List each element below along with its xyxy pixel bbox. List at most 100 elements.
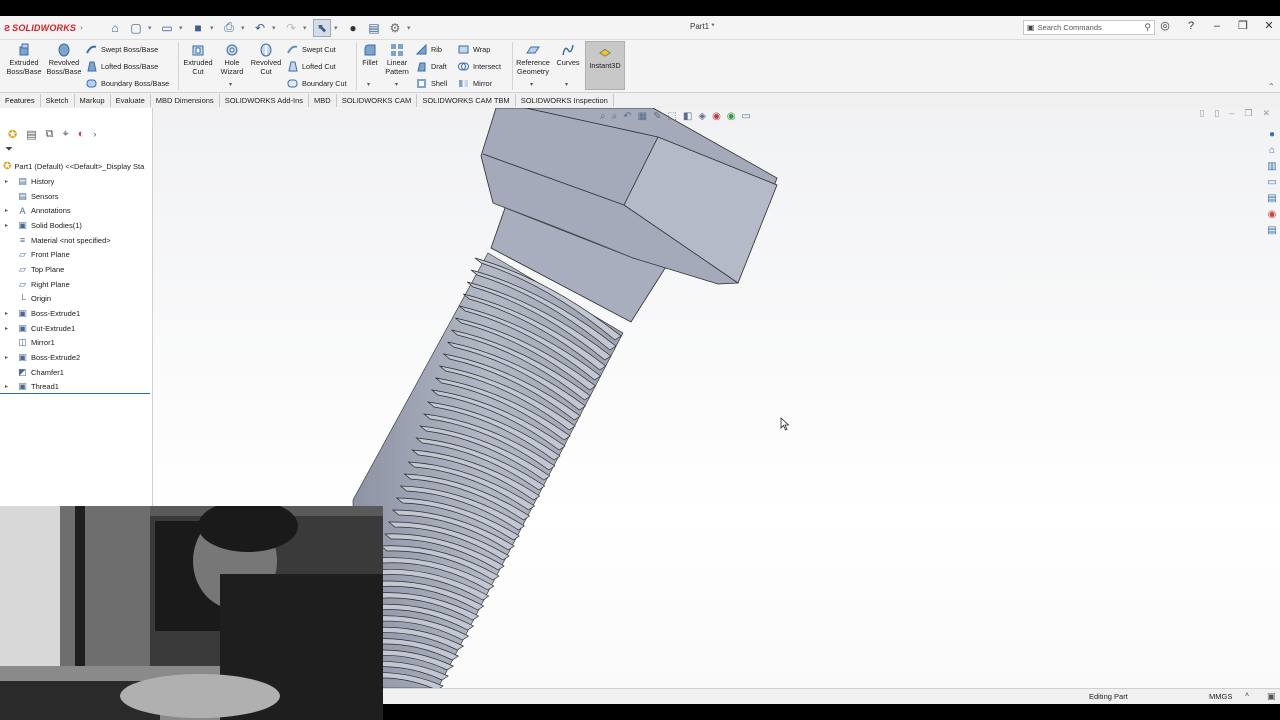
- edit-appearance-icon[interactable]: ◉: [712, 111, 721, 122]
- property-manager-tab-icon[interactable]: ▤: [26, 128, 36, 141]
- boundary-boss-button[interactable]: Boundary Boss/Base: [86, 78, 169, 89]
- tree-item[interactable]: ▱ Front Plane: [0, 247, 153, 262]
- chevron-down-icon[interactable]: ▾: [241, 24, 248, 32]
- print-icon[interactable]: ⎙: [220, 19, 238, 37]
- document-tile-icon[interactable]: ▯: [1214, 108, 1219, 119]
- intersect-button[interactable]: Intersect: [458, 61, 501, 72]
- linear-pattern-button[interactable]: Linear Pattern: [383, 43, 411, 76]
- expand-arrow-icon[interactable]: ▸: [5, 310, 14, 317]
- minimize-icon[interactable]: –: [1229, 108, 1234, 119]
- tree-item[interactable]: ◩ Chamfer1: [0, 365, 153, 380]
- tree-item[interactable]: ▸ ▣ Thread1: [0, 380, 150, 395]
- tree-item[interactable]: ▤ Sensors: [0, 189, 153, 204]
- rebuild-icon[interactable]: ●: [344, 19, 362, 37]
- zoom-to-fit-icon[interactable]: ⌕: [600, 111, 606, 122]
- restore-icon[interactable]: ❐: [1244, 108, 1252, 119]
- extruded-cut-button[interactable]: Extruded Cut: [180, 43, 216, 76]
- expand-arrow-icon[interactable]: ▸: [5, 325, 14, 332]
- chevron-down-icon[interactable]: ▾: [229, 81, 232, 88]
- split-view-icon[interactable]: ▯: [1199, 108, 1204, 119]
- section-view-icon[interactable]: ▦: [638, 111, 647, 122]
- zoom-to-area-icon[interactable]: ⌕: [612, 111, 618, 122]
- display-style-icon[interactable]: ◧: [683, 111, 692, 122]
- user-account-icon[interactable]: ◎: [1158, 19, 1172, 32]
- boundary-cut-button[interactable]: Boundary Cut: [287, 78, 347, 89]
- search-commands-input[interactable]: ▣ Search Commands ⚲: [1023, 20, 1155, 35]
- tab-features[interactable]: Features: [0, 94, 41, 107]
- swept-boss-button[interactable]: Swept Boss/Base: [86, 44, 158, 55]
- customize-status-bar-icon[interactable]: ▣: [1267, 691, 1276, 702]
- redo-icon[interactable]: ↷: [282, 19, 300, 37]
- dimxpert-tab-icon[interactable]: ⌖: [62, 128, 68, 141]
- expand-arrow-icon[interactable]: ▸: [5, 178, 14, 185]
- revolved-cut-button[interactable]: Revolved Cut: [249, 43, 283, 76]
- display-manager-tab-icon[interactable]: ◐: [78, 128, 85, 140]
- solidworks-logo[interactable]: ƨ SOLIDWORKS ›: [0, 22, 92, 34]
- unit-system[interactable]: MMGS: [1209, 692, 1232, 701]
- expand-arrow-icon[interactable]: ▸: [5, 222, 14, 229]
- tree-item[interactable]: ≡ Material <not specified>: [0, 233, 153, 248]
- view-settings-icon[interactable]: ▭: [742, 111, 751, 122]
- instant3d-button[interactable]: Instant3D: [585, 41, 625, 90]
- configuration-manager-tab-icon[interactable]: ⧉: [46, 128, 54, 141]
- lofted-cut-button[interactable]: Lofted Cut: [287, 61, 336, 72]
- restore-icon[interactable]: ❐: [1236, 19, 1250, 32]
- chevron-down-icon[interactable]: ▾: [272, 24, 279, 32]
- tab-evaluate[interactable]: Evaluate: [111, 94, 151, 107]
- tab-markup[interactable]: Markup: [75, 94, 111, 107]
- expand-arrow-icon[interactable]: ▸: [5, 207, 14, 214]
- apply-scene-icon[interactable]: ◉: [727, 111, 736, 122]
- view-orientation-icon[interactable]: ⬚: [667, 111, 676, 122]
- new-document-icon[interactable]: ▢: [127, 19, 145, 37]
- chevron-down-icon[interactable]: ▾: [530, 81, 533, 88]
- draft-button[interactable]: Draft: [416, 61, 447, 72]
- gear-icon[interactable]: ⚙: [386, 19, 404, 37]
- tab-solidworks-inspection[interactable]: SOLIDWORKS Inspection: [516, 94, 614, 107]
- home-icon[interactable]: ⌂: [1266, 144, 1278, 157]
- tab-mbd[interactable]: MBD: [309, 94, 337, 107]
- expand-arrow-icon[interactable]: ▸: [5, 354, 14, 361]
- chevron-right-icon[interactable]: ›: [93, 129, 96, 139]
- rib-button[interactable]: Rib: [416, 44, 442, 55]
- tab-solidworks-cam[interactable]: SOLIDWORKS CAM: [337, 94, 418, 107]
- chevron-down-icon[interactable]: ▾: [334, 24, 341, 32]
- minimize-icon[interactable]: –: [1210, 20, 1224, 32]
- file-explorer-icon[interactable]: ▭: [1266, 176, 1278, 189]
- chevron-down-icon[interactable]: ▾: [148, 24, 155, 32]
- lofted-boss-button[interactable]: Lofted Boss/Base: [86, 61, 158, 72]
- close-icon[interactable]: ✕: [1262, 19, 1276, 32]
- file-properties-icon[interactable]: ▤: [365, 19, 383, 37]
- tree-item[interactable]: ◫ Mirror1: [0, 336, 153, 351]
- expand-arrow-icon[interactable]: ▸: [5, 383, 14, 390]
- chevron-down-icon[interactable]: ▾: [565, 81, 568, 88]
- tab-sketch[interactable]: Sketch: [41, 94, 75, 107]
- search-icon[interactable]: ⚲: [1144, 22, 1151, 33]
- tab-solidworks-cam-tbm[interactable]: SOLIDWORKS CAM TBM: [417, 94, 516, 107]
- tree-item[interactable]: ▸ ▣ Boss-Extrude1: [0, 306, 153, 321]
- dynamic-annotation-icon[interactable]: ✎: [653, 111, 661, 122]
- chevron-down-icon[interactable]: ▾: [210, 24, 217, 32]
- shell-button[interactable]: Shell: [416, 78, 447, 89]
- tree-item[interactable]: ▸ ▣ Solid Bodies(1): [0, 218, 153, 233]
- tree-item[interactable]: ▸ A Annotations: [0, 203, 153, 218]
- swept-cut-button[interactable]: Swept Cut: [287, 44, 336, 55]
- undo-icon[interactable]: ↶: [251, 19, 269, 37]
- mirror-button[interactable]: Mirror: [458, 78, 492, 89]
- custom-properties-icon[interactable]: ▤: [1266, 224, 1278, 237]
- tree-item[interactable]: ▸ ▣ Boss-Extrude2: [0, 350, 153, 365]
- tree-item[interactable]: ▸ ▤ History: [0, 174, 153, 189]
- view-palette-icon[interactable]: ▤: [1266, 192, 1278, 205]
- help-icon[interactable]: ?: [1184, 20, 1198, 32]
- chevron-down-icon[interactable]: ▾: [395, 81, 398, 88]
- tree-item[interactable]: ▸ ▣ Cut-Extrude1: [0, 321, 153, 336]
- tree-item[interactable]: ▱ Top Plane: [0, 262, 153, 277]
- wrap-button[interactable]: Wrap: [458, 44, 490, 55]
- tab-solidworks-add-ins[interactable]: SOLIDWORKS Add-Ins: [220, 94, 310, 107]
- close-icon[interactable]: ✕: [1262, 108, 1270, 119]
- tab-mbd-dimensions[interactable]: MBD Dimensions: [151, 94, 220, 107]
- chevron-up-icon[interactable]: ˄: [1245, 692, 1249, 699]
- revolved-boss-button[interactable]: Revolved Boss/Base: [45, 43, 83, 76]
- reference-geometry-button[interactable]: Reference Geometry: [514, 43, 552, 76]
- tree-item[interactable]: └ Origin: [0, 292, 153, 307]
- solidworks-resources-icon[interactable]: ●: [1266, 128, 1278, 141]
